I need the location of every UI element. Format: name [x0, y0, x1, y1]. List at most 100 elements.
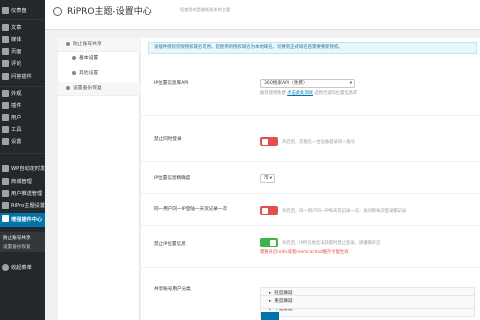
- add-button[interactable]: [261, 312, 279, 320]
- setting-hint: 开启后，仅能在一台设备登录同一账号: [282, 140, 356, 145]
- test-link[interactable]: 点击此处测试: [287, 91, 313, 96]
- banip-toggle[interactable]: [260, 238, 278, 247]
- comment-icon: [2, 60, 9, 67]
- sidebar-item-users[interactable]: 用户: [0, 112, 45, 124]
- sidebar-separator: [0, 19, 45, 20]
- brush-icon: [2, 90, 9, 97]
- chevron-down-icon: ▾: [349, 81, 352, 86]
- caret-right-icon: ▸: [269, 299, 272, 304]
- sidebar-item-qa[interactable]: 问答插件: [0, 71, 45, 83]
- setting-label: 禁止IP位置信息: [154, 242, 186, 247]
- sidebar-item-label: 外观: [11, 91, 22, 97]
- sidebar-item-tools[interactable]: 工具: [0, 124, 45, 136]
- sidebar-item-label: 页面: [11, 49, 22, 55]
- sidebar-item-media[interactable]: 媒体: [0, 34, 45, 46]
- sidebar-item-push[interactable]: 用户推送管理: [0, 188, 45, 200]
- limit-toggle[interactable]: [260, 206, 278, 215]
- setting-label: 禁止同时登录: [154, 137, 182, 142]
- theme-icon: [2, 202, 9, 209]
- wrench-icon: [2, 126, 9, 133]
- submenu-item-account-share[interactable]: 防止账号共享: [3, 235, 31, 241]
- setting-row-share: 共享账号用户分类 ▸ 轻度嫌疑 ▸ 中度嫌疑: [141, 268, 480, 320]
- precision-select[interactable]: 市 ▾: [260, 174, 275, 183]
- nav-item-label: 设置备份恢复: [73, 86, 102, 91]
- media-icon: [2, 36, 9, 43]
- header-tagline: 您使用的是最新版本的主题: [180, 7, 231, 12]
- sidebar-item-theme-settings[interactable]: RiPro主题设置: [0, 200, 45, 212]
- backup-icon: [66, 85, 70, 90]
- cart-icon: [2, 178, 9, 185]
- page-icon: [2, 48, 9, 55]
- setting-row-precision: IP位置信息精确度 市 ▾: [141, 162, 480, 194]
- sidebar-item-label: 增强插件中心: [11, 217, 43, 223]
- sidebar-item-appearance[interactable]: 外观: [0, 88, 45, 100]
- setting-row-login: 禁止同时登录 开启后，仅能在一台设备登录同一账号: [141, 116, 480, 162]
- nav-group-account-share[interactable]: 防止账号共享: [58, 38, 140, 52]
- setting-row-limit: 同一用户同一IP登陆一天仅记录一次 开启后，同一用户同一IP每天仅记录一次，关闭…: [141, 194, 480, 226]
- question-icon: [2, 73, 9, 80]
- sidebar-item-auto-publish[interactable]: WP自动定时发布: [0, 163, 45, 175]
- setting-warning: 需要开启redis或者memcached缓存才能生效: [260, 250, 349, 255]
- clock-icon: [2, 165, 9, 172]
- accordion-label: 重度嫌疑: [274, 299, 293, 304]
- settings-panel: 该插件授权仅限授权域名可用。您使用的授权域名为本地域名。切换到正式域名后需要重新…: [141, 38, 480, 320]
- setting-hint: 开启后，同一用户同一IP每天仅记录一次，关闭则每次登录都记录: [282, 209, 407, 214]
- hint-text: 选择合适的位置信息库: [314, 91, 358, 96]
- toggle-knob: [262, 138, 268, 145]
- setting-label: IP位置信息精确度: [154, 176, 191, 181]
- sidebar-item-label: 文章: [11, 25, 22, 31]
- nav-item-backup[interactable]: 设置备份恢复: [58, 82, 140, 96]
- sidebar-item-label: 用户推送管理: [11, 191, 43, 197]
- nav-item-basic[interactable]: 基本设置: [58, 52, 140, 66]
- collapse-label: 收起菜单: [11, 265, 32, 271]
- sidebar-item-label: 评论: [11, 61, 22, 67]
- settings-nav: 防止账号共享 基本设置 其他设置 设置备份恢复: [58, 38, 140, 320]
- hint-text: 推荐使用免费: [260, 91, 286, 96]
- setting-hint: 开启后，IP所在地无法获取时禁止登录，请谨慎开启: [282, 241, 381, 246]
- bullet-icon: [72, 55, 76, 60]
- submenu-item-backup[interactable]: 设置备份恢复: [3, 244, 31, 250]
- sidebar-item-label: 用户: [11, 115, 22, 121]
- accordion-heavy[interactable]: ▸ 重度嫌疑: [260, 295, 475, 309]
- nav-group-label: 防止账号共享: [73, 42, 102, 47]
- toggle-knob: [262, 207, 268, 214]
- sidebar-item-settings[interactable]: 设置: [0, 136, 45, 148]
- sidebar-item-plugin-center[interactable]: 增强插件中心: [0, 213, 45, 227]
- pin-icon: [2, 24, 9, 31]
- login-toggle[interactable]: [260, 137, 278, 146]
- users-icon: [2, 114, 9, 121]
- api-select-value: 360搜索API（免费）: [264, 81, 308, 86]
- dashboard-icon: [2, 7, 9, 14]
- sidebar-item-dashboard[interactable]: 仪表盘: [0, 5, 45, 17]
- setting-label: 同一用户同一IP登陆一天仅记录一次: [154, 207, 228, 212]
- settings-icon: [2, 138, 9, 145]
- sidebar-item-label: 媒体: [11, 37, 22, 43]
- setting-row-banip: 禁止IP位置信息 开启后，IP所在地无法获取时禁止登录，请谨慎开启 需要开启re…: [141, 226, 480, 268]
- logo-icon: [53, 7, 62, 16]
- sidebar-item-label: 插件: [11, 103, 22, 109]
- admin-sidebar: 仪表盘 文章 媒体 页面 评论 问答插件 外观 插件 用户 工具 设置 WP自动…: [0, 0, 45, 320]
- sidebar-separator: [0, 86, 45, 87]
- sidebar-item-label: 商城管理: [11, 179, 32, 185]
- api-select[interactable]: 360搜索API（免费） ▾: [260, 79, 355, 88]
- page-title: RiPRO主题-设置中心: [67, 7, 152, 17]
- sidebar-item-label: 设置: [11, 139, 22, 145]
- page-header: RiPRO主题-设置中心 您使用的是最新版本的主题: [45, 0, 480, 30]
- precision-value: 市: [264, 176, 269, 181]
- sidebar-item-label: 仪表盘: [11, 8, 27, 14]
- setting-label: 共享账号用户分类: [154, 287, 191, 292]
- sidebar-item-posts[interactable]: 文章: [0, 22, 45, 34]
- chevron-down-icon: ▾: [269, 176, 272, 181]
- sidebar-collapse[interactable]: 收起菜单: [0, 262, 45, 274]
- sidebar-item-comments[interactable]: 评论: [0, 58, 45, 70]
- sidebar-item-plugins[interactable]: 插件: [0, 100, 45, 112]
- toggle-knob: [270, 239, 276, 246]
- setting-hint: 推荐使用免费 点击此处测试 选择合适的位置信息库: [260, 90, 357, 96]
- sidebar-item-label: 工具: [11, 127, 22, 133]
- sidebar-item-shop[interactable]: 商城管理: [0, 176, 45, 188]
- license-notice: 该插件授权仅限授权域名可用。您使用的授权域名为本地域名。切换到正式域名后需要重新…: [148, 42, 477, 54]
- nav-item-other[interactable]: 其他设置: [58, 67, 140, 81]
- chevron-icon: [66, 41, 70, 46]
- nav-item-label: 基本设置: [79, 56, 99, 61]
- sidebar-item-pages[interactable]: 页面: [0, 46, 45, 58]
